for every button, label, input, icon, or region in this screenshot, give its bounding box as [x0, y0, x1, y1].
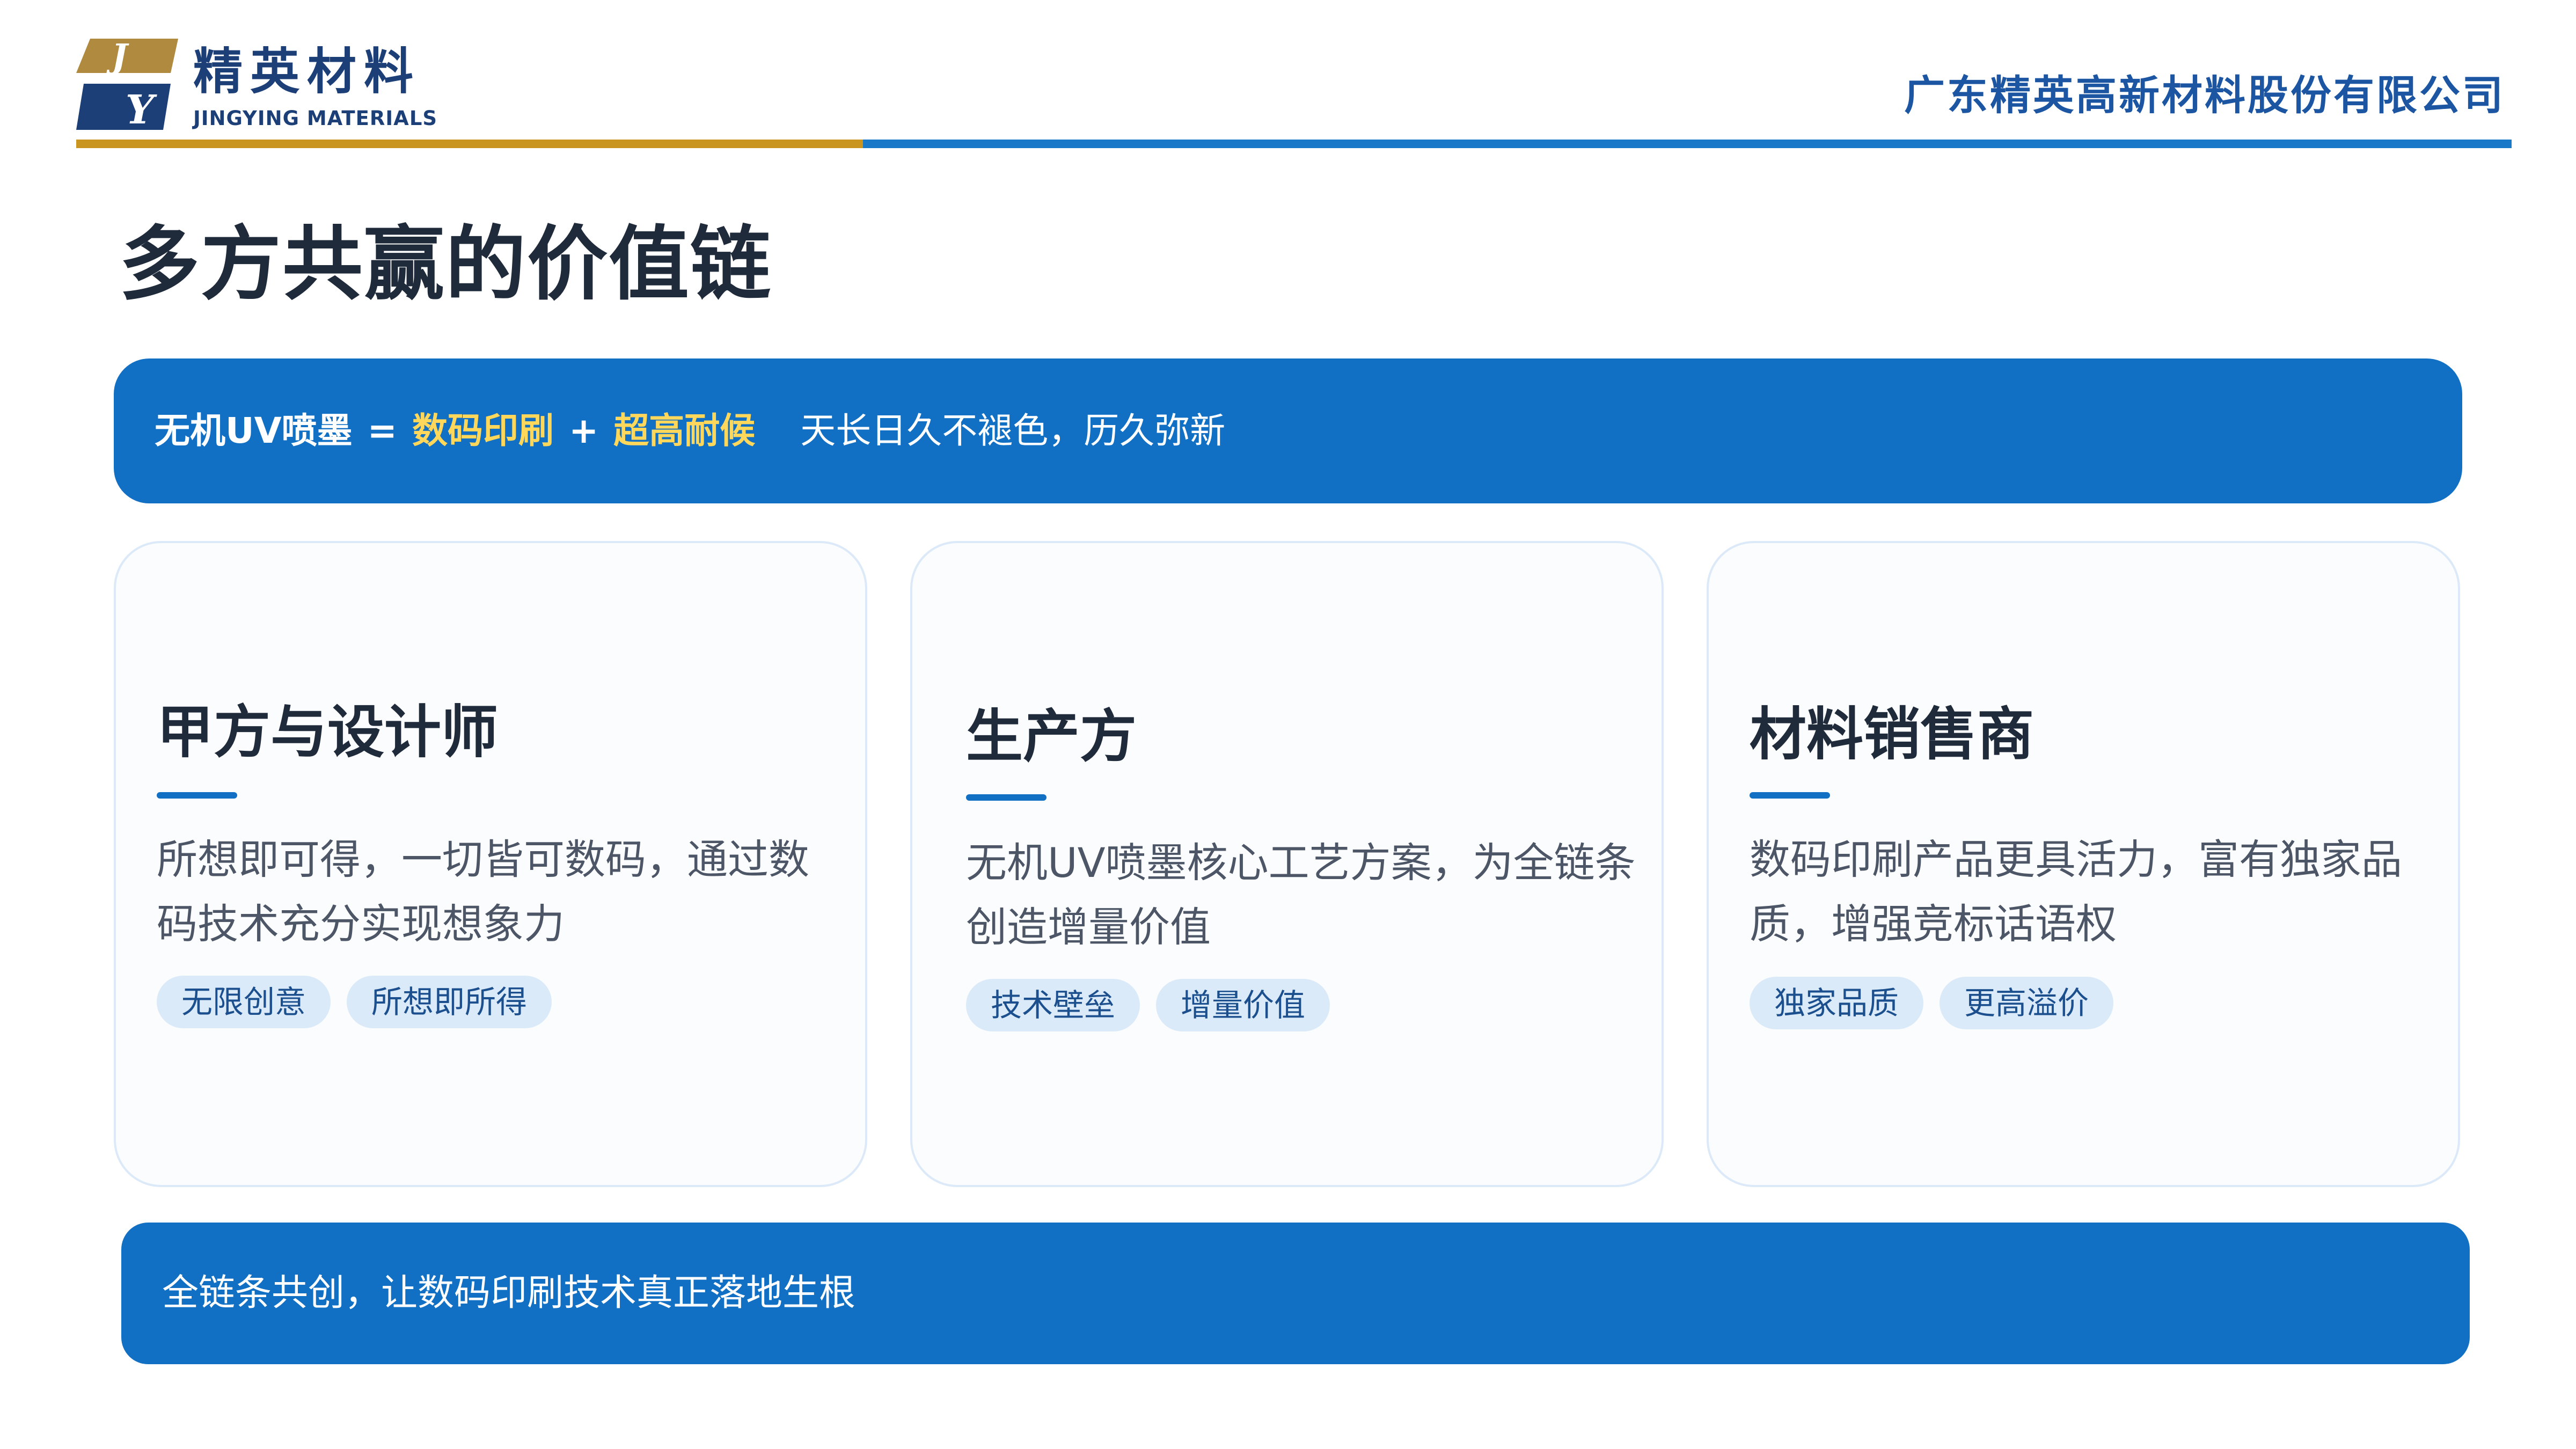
card-tag: 增量价值 — [1156, 979, 1330, 1031]
card-tag: 技术壁垒 — [966, 979, 1140, 1031]
card-title: 生产方 — [966, 704, 1137, 770]
formula-highlight-digital-printing: 数码印刷 — [412, 410, 554, 451]
jy-logo-mark-icon: J Y — [76, 39, 178, 130]
slide: J Y 精英材料 JINGYING MATERIALS 广东精英高新材料股份有限… — [0, 0, 2576, 1449]
banner-tagline: 天长日久不褪色，历久弥新 — [800, 410, 1226, 451]
card-tag: 独家品质 — [1750, 977, 1924, 1029]
header-rule-gold — [76, 140, 863, 148]
card-description: 无机UV喷墨核心工艺方案，为全链条创造增量价值 — [966, 839, 1636, 951]
card-tags: 技术壁垒 增量价值 — [966, 979, 1330, 1031]
company-name: 广东精英高新材料股份有限公司 — [1904, 71, 2505, 119]
stakeholder-card-producer: 生产方 无机UV喷墨核心工艺方案，为全链条创造增量价值 技术壁垒 增量价值 — [910, 541, 1664, 1187]
card-tag: 更高溢价 — [1940, 977, 2114, 1029]
stakeholder-card-material-dealer: 材料销售商 数码印刷产品更具活力，富有独家品质，增强竞标话语权 独家品质 更高溢… — [1707, 541, 2460, 1187]
card-description: 所想即可得，一切皆可数码，通过数码技术充分实现想象力 — [157, 836, 809, 948]
card-title-underline — [1750, 792, 1830, 799]
card-title: 材料销售商 — [1750, 701, 2034, 767]
card-tag: 无限创意 — [157, 976, 331, 1028]
formula-banner: 无机UV喷墨 = 数码印刷 + 超高耐候 天长日久不褪色，历久弥新 — [114, 358, 2462, 503]
card-description: 数码印刷产品更具活力，富有独家品质，增强竞标话语权 — [1750, 836, 2402, 948]
formula-term: 无机UV喷墨 — [155, 410, 353, 451]
card-tags: 独家品质 更高溢价 — [1750, 977, 2114, 1029]
page-title: 多方共赢的价值链 — [119, 218, 772, 311]
card-tags: 无限创意 所想即所得 — [157, 976, 552, 1028]
card-title-underline — [157, 792, 237, 799]
conclusion-banner: 全链条共创，让数码印刷技术真正落地生根 — [121, 1223, 2470, 1364]
stakeholder-card-client-designer: 甲方与设计师 所想即可得，一切皆可数码，通过数码技术充分实现想象力 无限创意 所… — [114, 541, 867, 1187]
company-logo: J Y 精英材料 JINGYING MATERIALS — [76, 35, 452, 132]
logo-letter-y: Y — [126, 87, 157, 130]
conclusion-text: 全链条共创，让数码印刷技术真正落地生根 — [162, 1272, 856, 1314]
logo-name-cn: 精英材料 — [193, 43, 421, 100]
card-title-underline — [966, 794, 1046, 801]
header-rule-blue — [863, 140, 2512, 148]
logo-name-en: JINGYING MATERIALS — [193, 107, 438, 130]
formula-plus: + — [568, 410, 599, 451]
card-tag: 所想即所得 — [347, 976, 552, 1028]
formula-equals: = — [367, 410, 397, 451]
formula-highlight-weather-resistance: 超高耐候 — [613, 410, 756, 451]
card-title: 甲方与设计师 — [157, 699, 498, 765]
